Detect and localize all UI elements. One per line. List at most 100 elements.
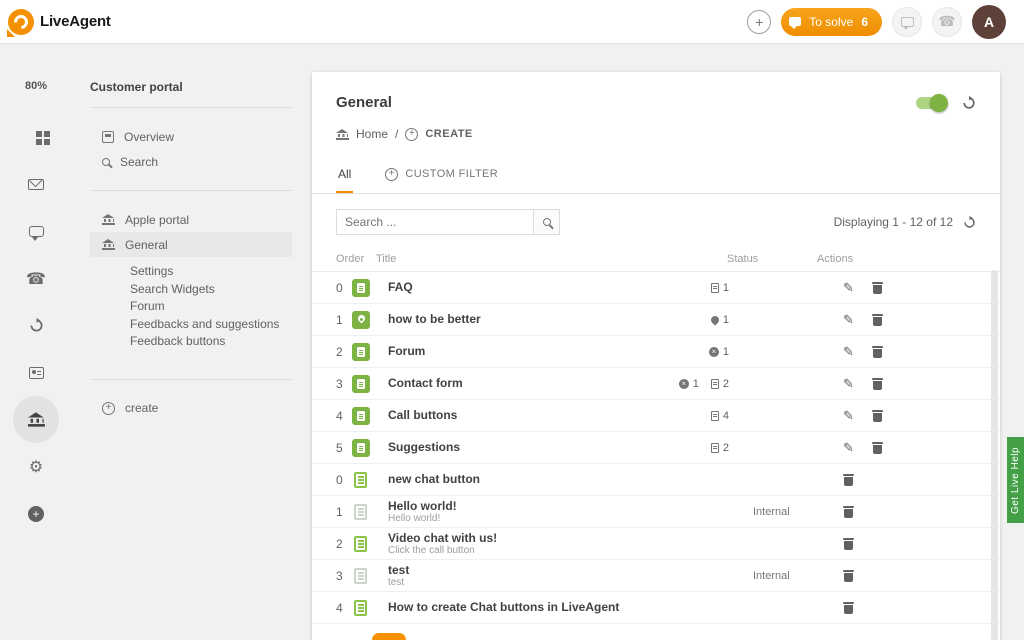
addons-icon: +: [28, 506, 44, 522]
row-order: 5: [336, 441, 352, 455]
sidebar-item-general[interactable]: General: [90, 232, 292, 257]
main-panel: General Home / + CREATE All + CUSTOM FIL…: [312, 72, 1000, 640]
to-solve-count: 6: [861, 15, 868, 29]
chat-widget-peek[interactable]: [372, 633, 406, 640]
get-live-help-button[interactable]: Get Live Help: [1007, 437, 1024, 523]
sidebar-item-search[interactable]: Search: [90, 149, 292, 174]
edit-button[interactable]: ✎: [843, 440, 854, 456]
edit-button[interactable]: ✎: [843, 280, 854, 296]
breadcrumb-create[interactable]: CREATE: [425, 128, 472, 140]
edit-button[interactable]: ✎: [843, 344, 854, 360]
delete-button[interactable]: [872, 408, 883, 424]
sidebar-subitem-feedbacks[interactable]: Feedbacks and suggestions: [72, 316, 292, 334]
row-badges: 1: [663, 346, 753, 358]
badge-count: 1: [723, 346, 729, 358]
row-subtitle: test: [388, 577, 663, 588]
edit-button[interactable]: ✎: [843, 408, 854, 424]
row-actions: [833, 537, 976, 550]
table-row[interactable]: 1 how to be better 1 ✎: [312, 304, 1000, 336]
row-type-icon: [354, 504, 367, 520]
nav-addons[interactable]: +: [13, 490, 59, 537]
table-row[interactable]: 0 new chat button: [312, 464, 1000, 496]
column-header-actions: Actions: [807, 253, 976, 265]
breadcrumb-home[interactable]: Home: [356, 127, 388, 141]
delete-button[interactable]: [843, 473, 854, 486]
delete-button[interactable]: [843, 505, 854, 518]
delete-button[interactable]: [843, 537, 854, 550]
row-title: Forum: [388, 345, 663, 358]
page-title: General: [336, 94, 392, 111]
refresh-button[interactable]: [962, 96, 976, 110]
table-row[interactable]: 3 Contact form 12 ✎: [312, 368, 1000, 400]
sidebar-subitem-search-widgets[interactable]: Search Widgets: [72, 281, 292, 299]
tab-custom-filter[interactable]: + CUSTOM FILTER: [383, 155, 500, 193]
table-row[interactable]: 1 Hello world! Hello world! Internal: [312, 496, 1000, 528]
add-new-button[interactable]: +: [747, 10, 771, 34]
row-status: Internal: [753, 570, 833, 582]
nav-settings[interactable]: ⚙: [13, 443, 59, 490]
table-row[interactable]: 2 Video chat with us! Click the call but…: [312, 528, 1000, 560]
trash-icon: [843, 569, 854, 582]
avatar[interactable]: A: [972, 5, 1006, 39]
tab-all[interactable]: All: [336, 155, 353, 193]
tab-label: CUSTOM FILTER: [405, 168, 498, 180]
chats-button[interactable]: [892, 7, 922, 37]
nav-history[interactable]: [13, 302, 59, 349]
row-title: Suggestions: [388, 441, 663, 454]
trash-icon: [872, 441, 883, 454]
delete-button[interactable]: [872, 344, 883, 360]
table-row[interactable]: 4 Call buttons 4 ✎: [312, 400, 1000, 432]
search-input[interactable]: [336, 209, 534, 235]
row-title: How to create Chat buttons in LiveAgent: [388, 601, 663, 614]
sidebar-item-create[interactable]: + create: [90, 396, 292, 421]
bank-icon: [102, 239, 115, 250]
table-row[interactable]: 2 Forum 1 ✎: [312, 336, 1000, 368]
nav-dashboard[interactable]: [13, 114, 59, 161]
row-type-icon: [352, 343, 370, 361]
row-order: 1: [336, 505, 352, 519]
refresh-list-button[interactable]: [963, 216, 976, 229]
topbar-actions: + To solve 6 ☎ A: [747, 5, 1006, 39]
table-body: 0 FAQ 1 ✎ 1 how to be better 1 ✎ 2 Forum…: [312, 272, 1000, 624]
liveagent-logo[interactable]: LiveAgent: [8, 9, 111, 35]
sidebar-subitem-feedback-buttons[interactable]: Feedback buttons: [72, 333, 292, 351]
phone-icon: ☎: [938, 13, 955, 30]
nav-tickets[interactable]: [13, 161, 59, 208]
table-row[interactable]: 5 Suggestions 2 ✎: [312, 432, 1000, 464]
trash-icon: [872, 313, 883, 326]
delete-button[interactable]: [872, 280, 883, 296]
table-row[interactable]: 3 test test Internal: [312, 560, 1000, 592]
overview-icon: [102, 131, 114, 143]
edit-button[interactable]: ✎: [843, 312, 854, 328]
sidebar-subitem-forum[interactable]: Forum: [72, 298, 292, 316]
edit-button[interactable]: ✎: [843, 376, 854, 392]
breadcrumb: Home / + CREATE: [312, 111, 1000, 141]
scrollbar[interactable]: [991, 270, 998, 640]
calls-button[interactable]: ☎: [932, 7, 962, 37]
pencil-icon: ✎: [843, 312, 854, 328]
row-badges: 4: [663, 410, 753, 422]
row-type-icon: [352, 375, 370, 393]
trash-icon: [872, 281, 883, 294]
delete-button[interactable]: [843, 601, 854, 614]
sidebar-subitem-settings[interactable]: Settings: [72, 263, 292, 281]
column-header-title: Title: [376, 253, 727, 265]
delete-button[interactable]: [872, 312, 883, 328]
nav-chats[interactable]: [13, 208, 59, 255]
nav-contacts[interactable]: [13, 349, 59, 396]
sidebar-item-apple-portal[interactable]: Apple portal: [90, 207, 292, 232]
portal-active-toggle[interactable]: [916, 97, 946, 109]
nav-customer-portal[interactable]: [13, 396, 59, 443]
sidebar-item-overview[interactable]: Overview: [90, 124, 292, 149]
row-order: 3: [336, 569, 352, 583]
search-button[interactable]: [534, 209, 560, 235]
row-type-icon: [354, 472, 367, 488]
nav-calls[interactable]: ☎: [13, 255, 59, 302]
breadcrumb-separator: /: [395, 127, 398, 141]
table-row[interactable]: 0 FAQ 1 ✎: [312, 272, 1000, 304]
delete-button[interactable]: [872, 440, 883, 456]
delete-button[interactable]: [872, 376, 883, 392]
to-solve-button[interactable]: To solve 6: [781, 8, 882, 36]
delete-button[interactable]: [843, 569, 854, 582]
table-row[interactable]: 4 How to create Chat buttons in LiveAgen…: [312, 592, 1000, 624]
